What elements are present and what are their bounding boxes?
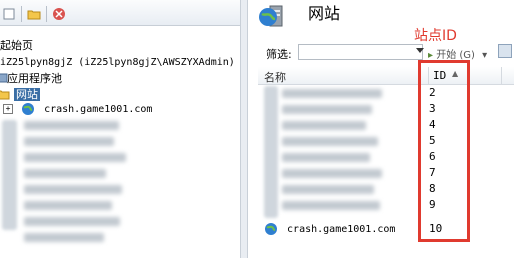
sites-header-icon (258, 2, 286, 30)
tree-server-node[interactable]: iZ25lpyn8gjZ (iZ25lpyn8gjZ\AWSZYXAdmin) (0, 54, 235, 71)
column-header-row: 名称 ID ▲ (258, 67, 514, 85)
blurred-site-name[interactable] (282, 105, 372, 114)
blurred-site-row[interactable] (24, 153, 126, 162)
blurred-icons (2, 120, 17, 230)
show-all-icon[interactable] (498, 44, 512, 58)
page-title: 网站 (308, 4, 341, 23)
filter-dropdown-icon[interactable] (416, 48, 424, 53)
toolbar-separator (46, 6, 47, 22)
column-divider (501, 67, 502, 85)
start-filter-button[interactable]: ▸ 开始 (G) ▾ (428, 46, 487, 61)
tree-start-page[interactable]: 起始页 (0, 37, 33, 54)
blurred-site-row[interactable] (24, 185, 122, 194)
sites-label: 网站 (14, 88, 40, 101)
last-site-label: crash.game1001.com (287, 224, 396, 235)
site-row-last[interactable]: crash.game1001.com (264, 222, 395, 236)
panel-splitter[interactable] (240, 0, 248, 258)
toolbar-dropdown-icon: ▾ (482, 50, 488, 61)
sites-panel: 网站 站点ID 筛选: ▸ 开始 (G) ▾ 名称 ID ▲ 2 3 4 5 6… (248, 0, 514, 258)
column-header-name[interactable]: 名称 (264, 69, 286, 85)
blurred-site-name[interactable] (282, 201, 380, 210)
blurred-site-row[interactable] (24, 137, 114, 146)
blurred-site-row[interactable] (24, 201, 112, 210)
blurred-site-name[interactable] (282, 89, 382, 98)
blurred-site-name[interactable] (282, 153, 370, 162)
blurred-row-icons (264, 86, 278, 218)
globe-icon (21, 102, 35, 116)
disconnect-icon[interactable] (52, 7, 66, 21)
tree-site-first[interactable]: + crash.game1001.com (3, 101, 152, 118)
blurred-site-name[interactable] (282, 137, 378, 146)
expand-icon[interactable]: + (3, 104, 13, 114)
blurred-site-name[interactable] (282, 121, 366, 130)
blurred-site-name[interactable] (282, 185, 374, 194)
new-connection-icon[interactable] (2, 7, 16, 21)
blurred-site-row[interactable] (24, 233, 104, 242)
app-pools-label: 应用程序池 (7, 72, 62, 85)
truncated-column (505, 86, 513, 236)
globe-icon (264, 222, 278, 236)
tree-app-pools[interactable]: 应用程序池 (0, 70, 62, 87)
connections-panel: 起始页 iZ25lpyn8gjZ (iZ25lpyn8gjZ\AWSZYXAdm… (0, 0, 240, 258)
blurred-site-row[interactable] (24, 217, 120, 226)
blurred-site-row[interactable] (24, 121, 119, 130)
start-page-label: 起始页 (0, 39, 33, 52)
connections-toolbar (0, 0, 240, 26)
toolbar-separator (21, 6, 22, 22)
blurred-site-row[interactable] (24, 169, 106, 178)
blurred-site-name[interactable] (282, 169, 382, 178)
folder-icon[interactable] (27, 7, 41, 21)
server-node-label: iZ25lpyn8gjZ (iZ25lpyn8gjZ\AWSZYXAdmin) (0, 57, 235, 68)
site-id-highlight-box (418, 60, 470, 242)
first-site-label: crash.game1001.com (44, 104, 153, 115)
filter-input[interactable] (298, 44, 423, 60)
site-id-annotation: 站点ID (414, 28, 457, 44)
filter-label: 筛选: (266, 48, 292, 61)
